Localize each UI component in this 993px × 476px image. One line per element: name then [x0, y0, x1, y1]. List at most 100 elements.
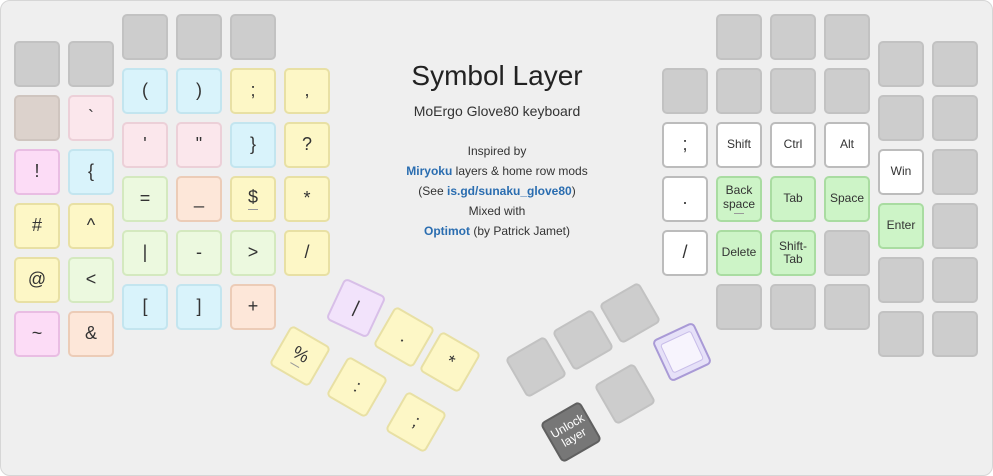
blank-key[interactable] — [770, 284, 816, 330]
key-close-bracket[interactable]: ] — [176, 284, 222, 330]
thumb-layer-key[interactable] — [651, 321, 713, 383]
key-win[interactable]: Win — [878, 149, 924, 195]
blank-key[interactable] — [770, 14, 816, 60]
key-caret[interactable]: ^ — [68, 203, 114, 249]
key-apostrophe[interactable]: ' — [122, 122, 168, 168]
key-label: ^ — [86, 215, 96, 236]
key-slash[interactable]: / — [284, 230, 330, 276]
key-ampersand[interactable]: & — [68, 311, 114, 357]
key-open-brace[interactable]: { — [68, 149, 114, 195]
credits: Inspired by Miryoku layers & home row mo… — [381, 141, 613, 241]
blank-key[interactable] — [716, 14, 762, 60]
blank-key[interactable] — [932, 257, 978, 303]
unlock-layer-key[interactable]: Unlock layer — [539, 400, 603, 464]
blank-key[interactable] — [716, 68, 762, 114]
key-label: Back space — [722, 183, 756, 211]
thumb-blank-key[interactable] — [504, 335, 568, 399]
thumb-key-pipe[interactable]: | — [325, 277, 387, 339]
blank-key[interactable] — [824, 68, 870, 114]
key-minus[interactable]: - — [176, 230, 222, 276]
key-shift-tab[interactable]: Shift- Tab — [770, 230, 816, 276]
blank-key[interactable] — [68, 41, 114, 87]
key-pipe[interactable]: | — [122, 230, 168, 276]
blank-key[interactable] — [14, 41, 60, 87]
key-less-than[interactable]: < — [68, 257, 114, 303]
blank-key[interactable] — [176, 14, 222, 60]
key-enter[interactable]: Enter — [878, 203, 924, 249]
key-label: { — [87, 161, 94, 182]
key-close-paren[interactable]: ) — [176, 68, 222, 114]
thumb-blank-key[interactable] — [551, 308, 615, 372]
key-space[interactable]: Space — [824, 176, 870, 222]
blank-key[interactable] — [932, 149, 978, 195]
key-label: ~ — [31, 323, 43, 344]
blank-key[interactable] — [932, 311, 978, 357]
key-delete[interactable]: Delete — [716, 230, 762, 276]
key-asterisk[interactable]: * — [284, 176, 330, 222]
blank-key[interactable] — [878, 311, 924, 357]
blank-key[interactable] — [824, 284, 870, 330]
key-label: ; — [682, 134, 688, 155]
thumb-key-percent[interactable]: % — [268, 324, 332, 388]
key-slash-right[interactable]: / — [662, 230, 708, 276]
thumb-blank-key[interactable] — [593, 362, 657, 426]
key-ctrl[interactable]: Ctrl — [770, 122, 816, 168]
key-label: Ctrl — [783, 137, 803, 152]
blank-key[interactable] — [878, 95, 924, 141]
key-period-right[interactable]: . — [662, 176, 708, 222]
key-close-brace[interactable]: } — [230, 122, 276, 168]
blank-key[interactable] — [716, 284, 762, 330]
key-dollar[interactable]: $ — [230, 176, 276, 222]
blank-key[interactable] — [824, 230, 870, 276]
blank-key[interactable] — [932, 95, 978, 141]
key-equals[interactable]: = — [122, 176, 168, 222]
key-exclamation[interactable]: ! — [14, 149, 60, 195]
credits-text: (by Patrick Jamet) — [469, 223, 571, 238]
credits-text: Mixed with — [468, 203, 526, 218]
key-label: $ — [247, 186, 258, 207]
key-hash[interactable]: # — [14, 203, 60, 249]
blank-key[interactable] — [878, 257, 924, 303]
blank-key[interactable] — [662, 68, 708, 114]
optimot-link[interactable]: Optimot — [424, 224, 470, 238]
key-semicolon[interactable]: ; — [230, 68, 276, 114]
key-label: . — [397, 326, 412, 347]
credits-line: Optimot (by Patrick Jamet) — [381, 221, 613, 241]
key-tab[interactable]: Tab — [770, 176, 816, 222]
blank-key[interactable] — [230, 14, 276, 60]
key-label: } — [249, 134, 256, 155]
key-backspace[interactable]: Back space — [716, 176, 762, 222]
key-shift[interactable]: Shift — [716, 122, 762, 168]
blank-key[interactable] — [824, 14, 870, 60]
miryoku-link[interactable]: Miryoku — [406, 164, 452, 178]
key-at[interactable]: @ — [14, 257, 60, 303]
blank-key[interactable] — [122, 14, 168, 60]
blank-key[interactable] — [932, 41, 978, 87]
blank-key[interactable] — [770, 68, 816, 114]
key-label: ) — [196, 80, 202, 101]
key-open-bracket[interactable]: [ — [122, 284, 168, 330]
key-comma[interactable]: , — [284, 68, 330, 114]
credits-text: ) — [571, 183, 576, 198]
credits-text: Inspired by — [467, 143, 527, 158]
key-label: / — [682, 242, 688, 263]
credits-line: (See is.gd/sunaku_glove80) — [381, 181, 613, 201]
blank-key[interactable] — [14, 95, 60, 141]
blank-key[interactable] — [932, 203, 978, 249]
thumb-key-colon[interactable]: : — [325, 355, 389, 419]
key-semicolon-right[interactable]: ; — [662, 122, 708, 168]
key-open-paren[interactable]: ( — [122, 68, 168, 114]
key-backtick[interactable]: ` — [68, 95, 114, 141]
thumb-key-semicolon[interactable]: ; — [384, 390, 448, 454]
key-label: ] — [196, 296, 202, 317]
key-plus[interactable]: + — [230, 284, 276, 330]
sunaku-link[interactable]: is.gd/sunaku_glove80 — [447, 184, 572, 198]
thumb-blank-key[interactable] — [598, 281, 662, 345]
key-tilde[interactable]: ~ — [14, 311, 60, 357]
key-double-quote[interactable]: " — [176, 122, 222, 168]
key-question[interactable]: ? — [284, 122, 330, 168]
key-alt[interactable]: Alt — [824, 122, 870, 168]
key-underscore[interactable]: _ — [176, 176, 222, 222]
blank-key[interactable] — [878, 41, 924, 87]
key-greater-than[interactable]: > — [230, 230, 276, 276]
